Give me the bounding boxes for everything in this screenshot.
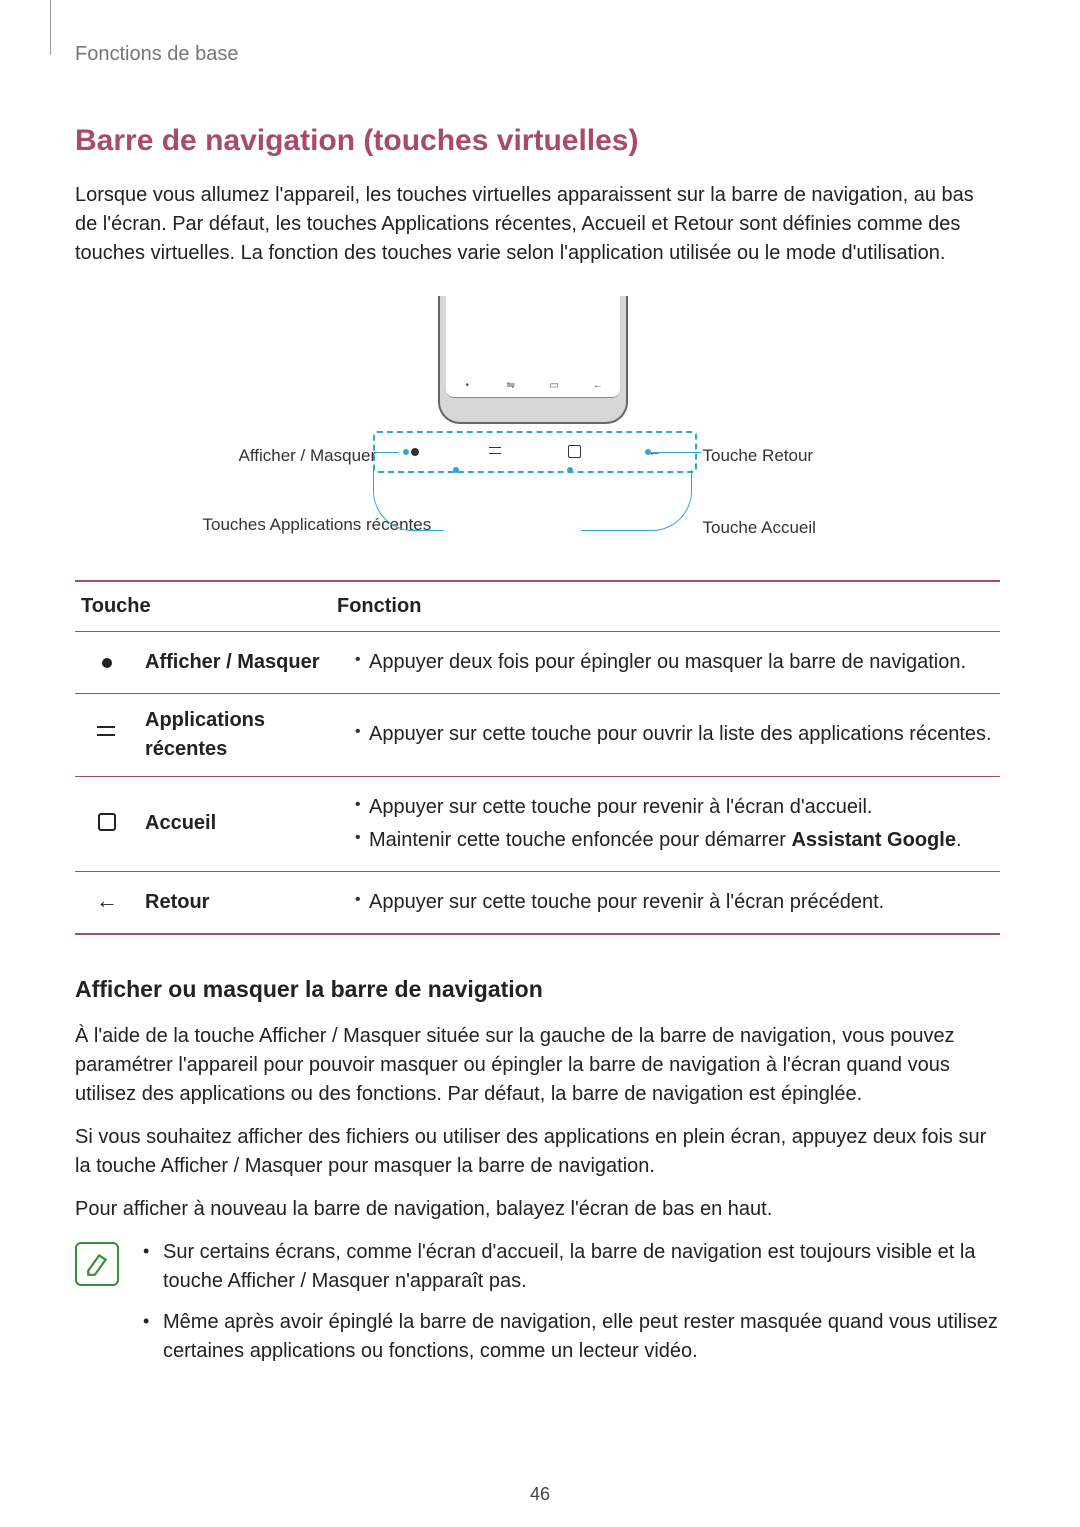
figure-label-show-hide: Afficher / Masquer — [239, 444, 369, 469]
leader-dot — [567, 467, 573, 473]
phone-screen: • ⇋ ▭ ← — [446, 296, 620, 398]
dot-icon — [93, 649, 121, 677]
navbar-figure: • ⇋ ▭ ← Afficher / Masquer Touches Appli… — [143, 296, 933, 566]
note-item: Même après avoir épinglé la barre de nav… — [143, 1308, 1000, 1366]
recents-icon — [93, 716, 121, 744]
paragraph: Si vous souhaitez afficher des fichiers … — [75, 1123, 1000, 1181]
leader-line — [375, 452, 399, 453]
intro-paragraph: Lorsque vous allumez l'appareil, les tou… — [75, 181, 1000, 268]
row-label: Accueil — [139, 776, 331, 871]
th-touche: Touche — [75, 581, 331, 632]
row-function: Appuyer sur cette touche pour revenir à … — [355, 888, 994, 917]
page-number: 46 — [0, 1481, 1080, 1507]
th-fonction: Fonction — [331, 581, 1000, 632]
row-label: Applications récentes — [139, 693, 331, 776]
back-icon — [93, 887, 121, 915]
row-label: Retour — [139, 871, 331, 934]
row-label: Afficher / Masquer — [139, 631, 331, 693]
table-row: Applications récentes Appuyer sur cette … — [75, 693, 1000, 776]
breadcrumb: Fonctions de base — [75, 40, 1000, 69]
leader-curve — [581, 470, 692, 531]
row-function: Appuyer sur cette touche pour ouvrir la … — [355, 720, 994, 749]
phone-outline: • ⇋ ▭ ← — [438, 296, 628, 424]
paragraph: À l'aide de la touche Afficher / Masquer… — [75, 1022, 1000, 1109]
leader-dot — [403, 449, 409, 455]
recents-icon — [484, 441, 506, 463]
recents-icon: ⇋ — [503, 379, 519, 395]
dot-icon: • — [459, 379, 475, 395]
figure-label-back: Touche Retour — [703, 444, 814, 469]
note-block: Sur certains écrans, comme l'écran d'acc… — [75, 1238, 1000, 1378]
home-icon: ▭ — [546, 379, 562, 395]
sub-heading: Afficher ou masquer la barre de navigati… — [75, 973, 1000, 1006]
table-row: Accueil Appuyer sur cette touche pour re… — [75, 776, 1000, 871]
home-icon — [564, 441, 586, 463]
figure-label-home: Touche Accueil — [703, 516, 816, 541]
keys-table: Touche Fonction Afficher / Masquer Appuy… — [75, 580, 1000, 935]
row-function: Appuyer sur cette touche pour revenir à … — [355, 793, 994, 822]
phone-navbar: • ⇋ ▭ ← — [446, 377, 620, 397]
row-function: Appuyer deux fois pour épingler ou masqu… — [355, 648, 994, 677]
table-row: Afficher / Masquer Appuyer deux fois pou… — [75, 631, 1000, 693]
note-icon — [75, 1242, 119, 1286]
leader-dot — [645, 449, 651, 455]
leader-line — [653, 452, 701, 453]
back-icon: ← — [590, 379, 606, 395]
home-icon — [93, 808, 121, 836]
row-function: Maintenir cette touche enfoncée pour dém… — [355, 826, 994, 855]
section-title: Barre de navigation (touches virtuelles) — [75, 119, 1000, 163]
note-item: Sur certains écrans, comme l'écran d'acc… — [143, 1238, 1000, 1296]
paragraph: Pour afficher à nouveau la barre de navi… — [75, 1195, 1000, 1224]
leader-dot — [453, 467, 459, 473]
figure-label-recents: Touches Applications récentes — [203, 514, 369, 535]
table-row: Retour Appuyer sur cette touche pour rev… — [75, 871, 1000, 934]
header-rule — [50, 0, 51, 55]
